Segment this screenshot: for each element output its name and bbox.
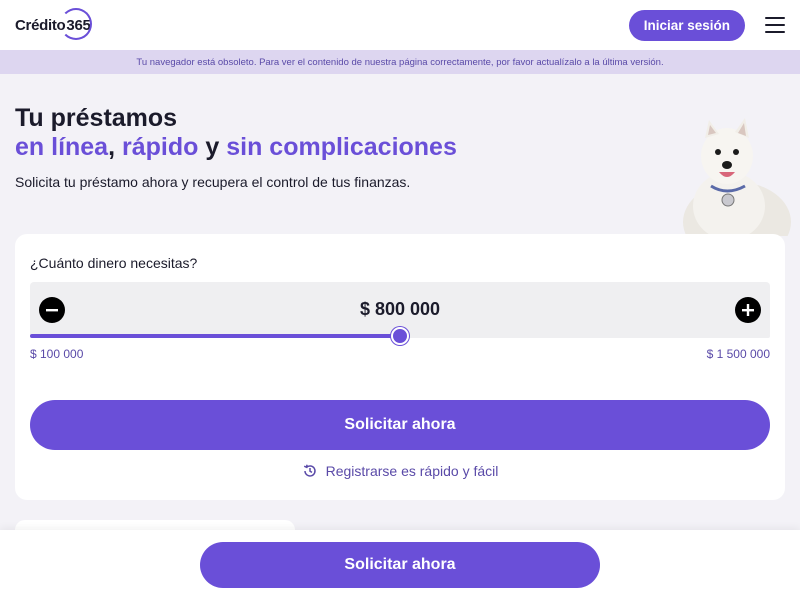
register-label: Registrarse es rápido y fácil: [325, 463, 499, 479]
amount-slider[interactable]: [30, 327, 770, 345]
sticky-footer: Solicitar ahora: [0, 530, 800, 600]
hero-title: Tu préstamos: [15, 104, 178, 132]
amount-slider-thumb[interactable]: [391, 327, 409, 345]
hero-title-line2: en línea, rápido y sin complicaciones: [15, 133, 457, 161]
hero: Tu préstamos en línea, rápido y sin comp…: [15, 104, 655, 190]
min-amount-label: $ 100 000: [30, 347, 84, 361]
login-button[interactable]: Iniciar sesión: [628, 9, 745, 41]
footer-apply-now-button[interactable]: Solicitar ahora: [200, 542, 600, 588]
hero-subtitle: Solicita tu préstamo ahora y recupera el…: [15, 174, 411, 190]
apply-now-button[interactable]: Solicitar ahora: [30, 400, 770, 450]
dog-illustration: [683, 118, 791, 236]
logo-ring-icon: [60, 7, 93, 40]
register-link[interactable]: Registrarse es rápido y fácil: [15, 463, 785, 479]
history-clock-icon: [303, 464, 316, 477]
plus-icon: [742, 304, 754, 316]
logo-word: Crédito: [15, 16, 66, 34]
outdated-browser-banner: Tu navegador está obsoleto. Para ver el …: [0, 50, 800, 74]
header-actions: Iniciar sesión: [628, 9, 785, 41]
amount-question: ¿Cuánto dinero necesitas?: [30, 255, 198, 271]
logo[interactable]: Crédito 365: [15, 7, 93, 40]
increase-amount-button[interactable]: [735, 297, 761, 323]
header: Crédito 365 Iniciar sesión: [0, 0, 800, 50]
amount-value: $ 800 000: [359, 299, 441, 319]
hamburger-menu-icon[interactable]: [765, 17, 785, 33]
logo-number: 365: [60, 7, 93, 40]
max-amount-label: $ 1 500 000: [706, 347, 770, 361]
amount-slider-fill: [30, 334, 400, 338]
loan-calculator-card: ¿Cuánto dinero necesitas? $ 800 000 $ 10…: [15, 234, 785, 500]
